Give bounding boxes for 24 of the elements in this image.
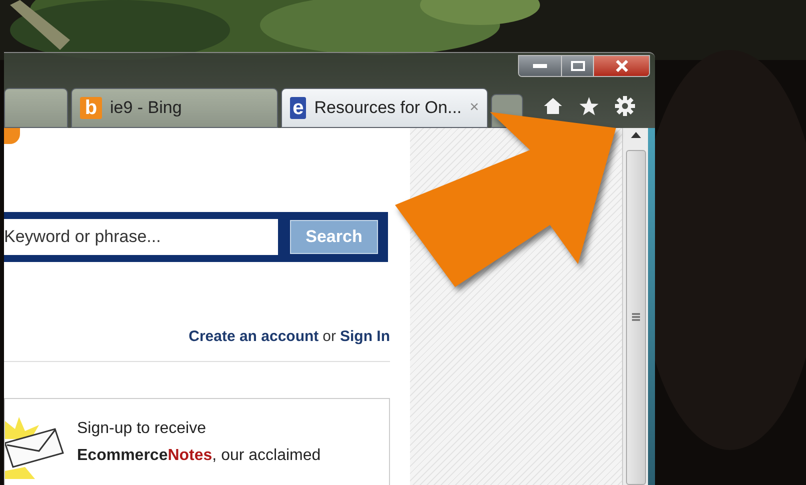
- settings-icon[interactable]: [615, 96, 635, 116]
- browser-tab[interactable]: [4, 88, 68, 128]
- minimize-button[interactable]: [519, 56, 561, 76]
- scrollbar[interactable]: [622, 128, 648, 485]
- tab-title: ie9 - Bing: [110, 97, 182, 120]
- maximize-button[interactable]: [561, 56, 593, 76]
- close-button[interactable]: [593, 56, 649, 76]
- newsletter-text: Sign-up to receive EcommerceNotes, our acclaimed: [77, 419, 322, 466]
- browser-tab[interactable]: e Resources for On... ×: [281, 88, 488, 128]
- home-icon[interactable]: [543, 97, 563, 115]
- create-account-link[interactable]: Create an account: [188, 326, 319, 348]
- search-field[interactable]: Keyword or phrase...: [4, 219, 278, 255]
- sign-in-link[interactable]: Sign In: [340, 326, 390, 348]
- separator-text: or: [322, 326, 336, 346]
- scroll-up-icon[interactable]: [630, 132, 640, 138]
- scrollbar-thumb[interactable]: [626, 150, 646, 485]
- grip-icon: [632, 312, 640, 322]
- star-icon[interactable]: [579, 96, 599, 116]
- favicon-icon: b: [80, 97, 102, 119]
- close-icon: [614, 60, 628, 72]
- browser-tab[interactable]: b ie9 - Bing: [71, 88, 278, 128]
- favicon-icon: e: [290, 97, 306, 119]
- tab-title: Resources for On...: [314, 97, 462, 120]
- header-graphic: [4, 128, 20, 144]
